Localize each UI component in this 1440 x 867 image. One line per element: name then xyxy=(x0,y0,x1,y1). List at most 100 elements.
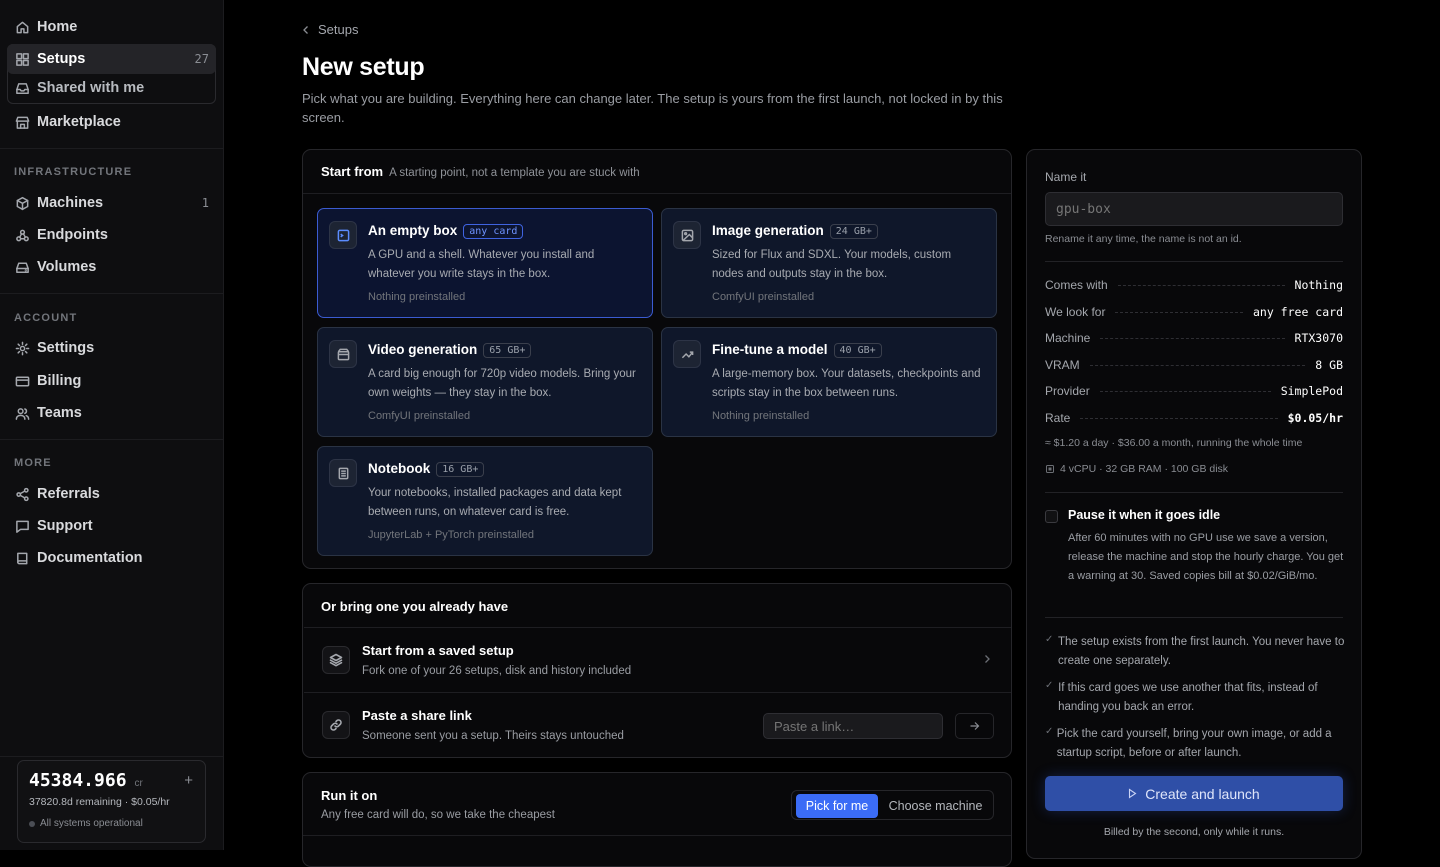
summary-value: RTX3070 xyxy=(1294,331,1343,345)
sidebar-item-label: Teams xyxy=(37,405,82,421)
leader-dots xyxy=(1100,337,1285,339)
page-subtitle: Pick what you are building. Everything h… xyxy=(302,91,1003,125)
credits-card[interactable]: 45384.966 cr + 37820.8d remaining · $0.0… xyxy=(17,760,206,843)
setup-name-input[interactable] xyxy=(1045,192,1343,226)
terminal-icon xyxy=(329,221,357,249)
divider xyxy=(0,293,223,294)
card-title: Video generation 65 GB+ xyxy=(368,342,532,358)
sidebar-item-support[interactable]: Support xyxy=(7,511,216,541)
create-and-launch-button[interactable]: Create and launch xyxy=(1045,776,1343,811)
sidebar-item-marketplace[interactable]: Marketplace xyxy=(7,107,216,137)
summary-key: VRAM xyxy=(1045,358,1080,372)
feature-check: ✓ If this card goes we use another that f… xyxy=(1045,679,1345,717)
divider xyxy=(303,193,1011,194)
bring-existing-panel: Or bring one you already have Start from… xyxy=(302,583,1012,758)
sidebar-item-settings[interactable]: Settings xyxy=(7,333,216,363)
summary-value: $0.05/hr xyxy=(1287,411,1343,425)
sidebar: Home Setups 27 Shared with me Marketplac… xyxy=(0,0,224,850)
credits-remaining: 37820.8d remaining · $0.05/hr xyxy=(29,796,170,808)
run-on-panel: Run it on Any free card will do, so we t… xyxy=(302,772,1012,867)
specs-line: 4 vCPU · 32 GB RAM · 100 GB disk xyxy=(1045,463,1228,475)
template-card-notebook[interactable]: Notebook 16 GB+ Your notebooks, installed… xyxy=(317,446,653,556)
check-icon: ✓ xyxy=(1045,634,1054,645)
status-dot-icon xyxy=(29,820,35,827)
sidebar-item-volumes[interactable]: Volumes xyxy=(7,252,216,282)
pause-idle-title: Pause it when it goes idle xyxy=(1068,508,1221,522)
share-link-row: Paste a share link Someone sent you a se… xyxy=(304,692,1011,757)
submit-link-button[interactable] xyxy=(955,713,994,739)
summary-key: Comes with xyxy=(1045,278,1108,292)
card-description: A GPU and a shell. Whatever you install … xyxy=(368,249,595,280)
credits-amount: 45384.966 xyxy=(29,770,127,791)
sidebar-item-label: Endpoints xyxy=(37,227,108,243)
system-status: All systems operational xyxy=(29,818,143,829)
pause-idle-desc: After 60 minutes with no GPU use we save… xyxy=(1068,532,1344,582)
section-heading-more: MORE xyxy=(14,457,52,469)
summary-row-comes-with: Comes with Nothing xyxy=(1045,277,1343,293)
sidebar-item-home[interactable]: Home xyxy=(7,12,216,42)
sidebar-item-referrals[interactable]: Referrals xyxy=(7,479,216,509)
grid-icon xyxy=(15,52,30,67)
card-title: Image generation 24 GB+ xyxy=(712,223,878,239)
summary-key: Rate xyxy=(1045,411,1071,425)
template-card-image-generation[interactable]: Image generation 24 GB+ Sized for Flux an… xyxy=(661,208,997,318)
card-tag: 40 GB+ xyxy=(833,343,882,358)
arrow-right-icon xyxy=(969,721,980,731)
sidebar-item-setups[interactable]: Setups 27 xyxy=(7,44,216,74)
template-card-empty-box[interactable]: An empty box any card A GPU and a shell. … xyxy=(317,208,653,318)
start-from-heading: Start from A starting point, not a templa… xyxy=(321,164,640,179)
pick-for-me-button[interactable]: Pick for me xyxy=(796,794,878,818)
credits-balance: 45384.966 cr xyxy=(29,770,143,791)
share-link-input[interactable] xyxy=(763,713,943,739)
sidebar-item-teams[interactable]: Teams xyxy=(7,398,216,428)
sidebar-item-label: Billing xyxy=(37,373,82,389)
machine-mode-toggle: Pick for me Choose machine xyxy=(791,790,994,820)
pause-idle-checkbox[interactable] xyxy=(1045,510,1058,523)
share-link-title: Paste a share link xyxy=(362,708,472,723)
sidebar-item-shared[interactable]: Shared with me xyxy=(7,73,216,103)
leader-dots xyxy=(1117,284,1285,286)
breadcrumb[interactable]: Setups xyxy=(302,22,358,37)
template-card-video-generation[interactable]: Video generation 65 GB+ A card big enough… xyxy=(317,327,653,437)
sidebar-item-documentation[interactable]: Documentation xyxy=(7,543,216,573)
summary-row-provider: Provider SimplePod xyxy=(1045,383,1343,399)
divider xyxy=(1045,261,1343,262)
saved-setup-row[interactable]: Start from a saved setup Fork one of you… xyxy=(304,627,1011,692)
cost-note: ≈ $1.20 a day · $36.00 a month, running … xyxy=(1045,437,1303,449)
check-text: If this card goes we use another that fi… xyxy=(1058,682,1318,713)
card-title-text: Notebook xyxy=(368,461,431,476)
template-card-fine-tune[interactable]: Fine-tune a model 40 GB+ A large-memory b… xyxy=(661,327,997,437)
choose-machine-button[interactable]: Choose machine xyxy=(880,794,991,818)
start-from-title: Start from xyxy=(321,164,384,179)
card-icon xyxy=(15,374,30,389)
sidebar-item-machines[interactable]: Machines 1 xyxy=(7,188,216,218)
card-footer: Nothing preinstalled xyxy=(368,291,466,303)
divider xyxy=(1045,492,1343,493)
summary-row-machine: Machine RTX3070 xyxy=(1045,330,1343,346)
leader-dots xyxy=(1080,417,1278,419)
webhook-icon xyxy=(15,228,30,243)
sidebar-item-label: Support xyxy=(37,518,93,534)
check-icon: ✓ xyxy=(1045,726,1054,737)
link-icon xyxy=(322,711,350,739)
card-title-text: Video generation xyxy=(368,342,478,357)
card-title: An empty box any card xyxy=(368,223,524,239)
card-title: Notebook 16 GB+ xyxy=(368,461,485,477)
sidebar-item-endpoints[interactable]: Endpoints xyxy=(7,220,216,250)
status-text: All systems operational xyxy=(40,818,143,829)
divider xyxy=(0,756,223,757)
add-credits-icon[interactable]: + xyxy=(184,772,193,789)
leader-dots xyxy=(1099,390,1271,392)
summary-value: Nothing xyxy=(1294,278,1343,292)
sidebar-item-label: Marketplace xyxy=(37,114,121,130)
card-description: Your notebooks, installed packages and d… xyxy=(368,487,622,518)
sidebar-item-billing[interactable]: Billing xyxy=(7,366,216,396)
summary-row-rate: Rate $0.05/hr xyxy=(1045,410,1343,426)
saved-setup-title: Start from a saved setup xyxy=(362,643,514,658)
section-heading-infrastructure: INFRASTRUCTURE xyxy=(14,166,133,178)
chip-icon xyxy=(1045,464,1055,474)
summary-row-we-look-for: We look for any free card xyxy=(1045,304,1343,320)
leader-dots xyxy=(1089,364,1306,366)
trend-icon xyxy=(673,340,701,368)
summary-value: SimplePod xyxy=(1280,384,1343,398)
